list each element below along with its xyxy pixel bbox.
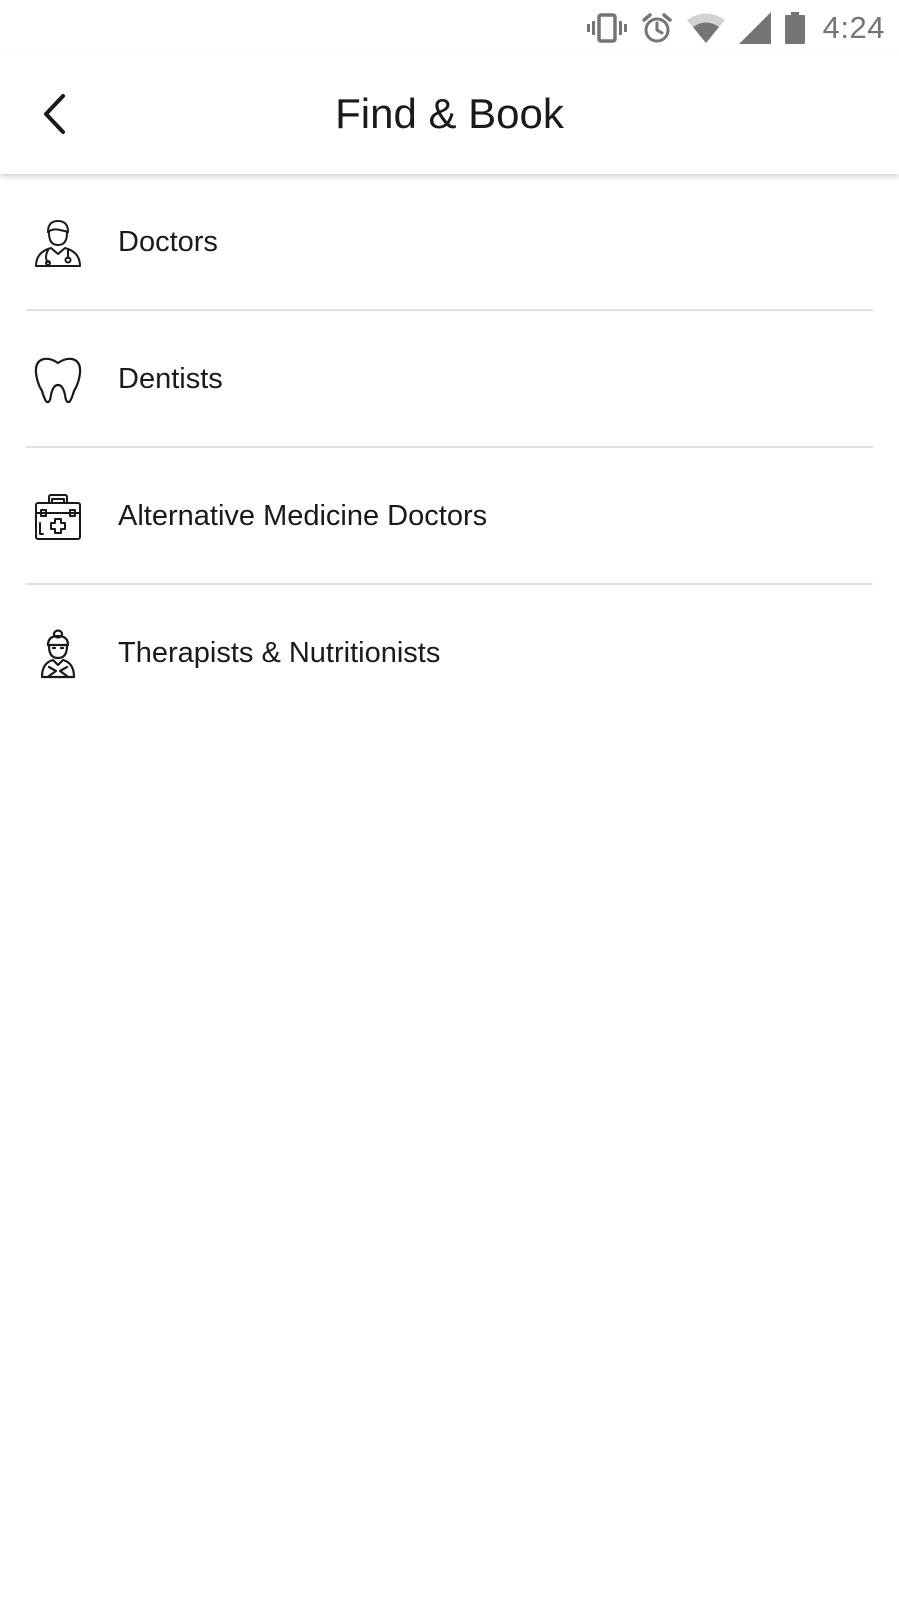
tooth-icon [32,354,84,406]
page-title: Find & Book [335,90,564,137]
category-item-doctors[interactable]: Doctors [0,174,899,311]
doctor-icon [32,217,84,269]
category-item-therapists[interactable]: Therapists & Nutritionists [0,585,899,722]
status-icons: 4:24 [586,8,885,48]
category-label: Dentists [118,363,223,395]
status-bar: 4:24 [0,0,899,56]
status-time: 4:24 [822,10,885,45]
category-label: Alternative Medicine Doctors [118,500,488,532]
category-label: Doctors [118,226,218,258]
medical-kit-icon [32,491,84,543]
category-item-dentists[interactable]: Dentists [0,311,899,448]
alarm-icon [641,12,673,44]
battery-icon [784,12,805,44]
app-bar: Find & Book [0,56,899,174]
category-item-alternative-medicine[interactable]: Alternative Medicine Doctors [0,448,899,585]
wifi-icon [686,13,725,43]
cell-signal-icon [738,12,771,44]
therapist-icon [32,628,84,680]
vibrate-icon [586,12,627,44]
category-list: Doctors Dentists Alternative Medicine Do… [0,174,899,722]
category-label: Therapists & Nutritionists [118,637,441,669]
